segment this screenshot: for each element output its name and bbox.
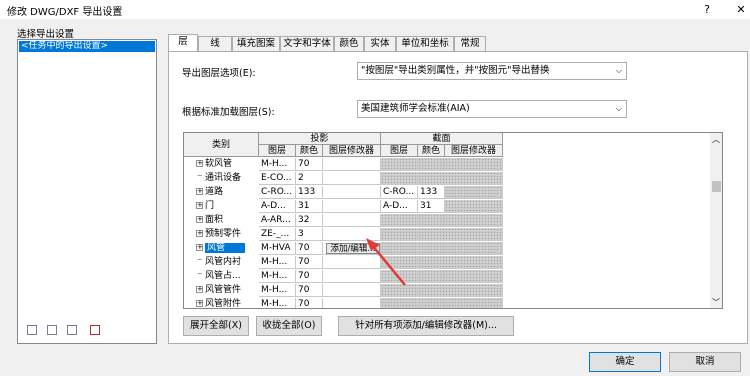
export-settings-dialog: 修改 DWG/DXF 导出设置 ? ✕ 选择导出设置 <任务中的导出设置> 层 … — [0, 0, 750, 376]
annotation-arrow-icon — [366, 238, 406, 286]
